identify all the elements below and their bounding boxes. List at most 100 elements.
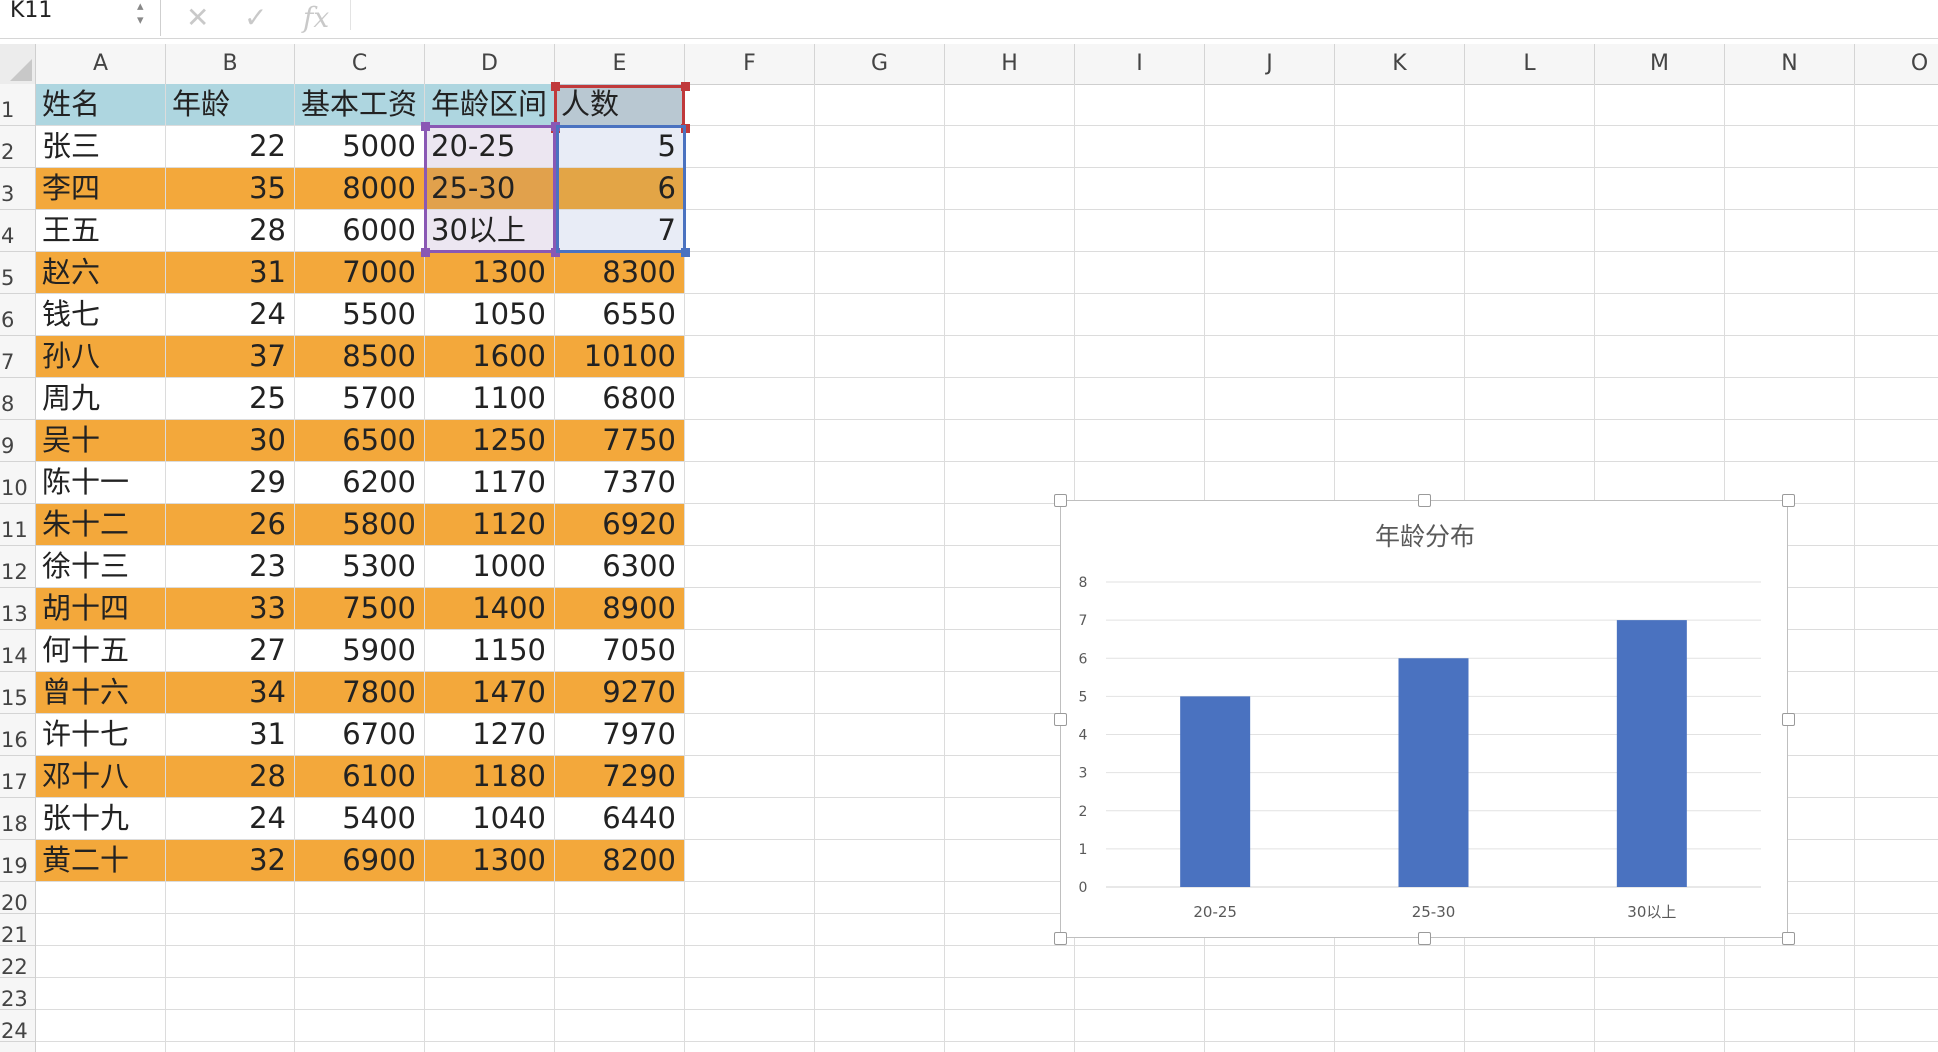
cell-c9[interactable]: 6500: [295, 420, 424, 461]
chart-resize-handle[interactable]: [1418, 494, 1431, 507]
cell-d12[interactable]: 1000: [425, 546, 554, 587]
row-header-11[interactable]: 11: [0, 504, 35, 546]
row-header-4[interactable]: 4: [0, 210, 35, 252]
cell-e5[interactable]: 8300: [555, 252, 684, 293]
cell-d19[interactable]: 1300: [425, 840, 554, 881]
row-header-1[interactable]: 1: [0, 84, 35, 126]
column-header-n[interactable]: N: [1725, 44, 1855, 84]
cell-b15[interactable]: 34: [166, 672, 294, 713]
cell-e12[interactable]: 6300: [555, 546, 684, 587]
cell-c6[interactable]: 5500: [295, 294, 424, 335]
cell-b4[interactable]: 28: [166, 210, 294, 251]
cell-b3[interactable]: 35: [166, 168, 294, 209]
cell-c1[interactable]: 基本工资: [295, 84, 424, 125]
cell-d15[interactable]: 1470: [425, 672, 554, 713]
column-header-f[interactable]: F: [685, 44, 815, 84]
cell-d18[interactable]: 1040: [425, 798, 554, 839]
cell-e16[interactable]: 7970: [555, 714, 684, 755]
cell-c17[interactable]: 6100: [295, 756, 424, 797]
row-header-9[interactable]: 9: [0, 420, 35, 462]
cell-d14[interactable]: 1150: [425, 630, 554, 671]
cell-b5[interactable]: 31: [166, 252, 294, 293]
cell-c19[interactable]: 6900: [295, 840, 424, 881]
row-header-2[interactable]: 2: [0, 126, 35, 168]
cell-c7[interactable]: 8500: [295, 336, 424, 377]
row-header-7[interactable]: 7: [0, 336, 35, 378]
cell-e18[interactable]: 6440: [555, 798, 684, 839]
cell-e15[interactable]: 9270: [555, 672, 684, 713]
cell-c15[interactable]: 7800: [295, 672, 424, 713]
cancel-x-icon[interactable]: ✕: [186, 4, 209, 32]
cell-b17[interactable]: 28: [166, 756, 294, 797]
cell-a4[interactable]: 王五: [36, 210, 165, 251]
column-header-m[interactable]: M: [1595, 44, 1725, 84]
cell-d8[interactable]: 1100: [425, 378, 554, 419]
cell-b18[interactable]: 24: [166, 798, 294, 839]
cell-c8[interactable]: 5700: [295, 378, 424, 419]
cell-a11[interactable]: 朱十二: [36, 504, 165, 545]
cell-d16[interactable]: 1270: [425, 714, 554, 755]
cell-d2[interactable]: 20-25: [425, 126, 554, 167]
series-name-range-handle[interactable]: [551, 82, 560, 91]
cell-b10[interactable]: 29: [166, 462, 294, 503]
chart-resize-handle[interactable]: [1782, 932, 1795, 945]
cell-b13[interactable]: 33: [166, 588, 294, 629]
cell-e6[interactable]: 6550: [555, 294, 684, 335]
cell-c5[interactable]: 7000: [295, 252, 424, 293]
select-all-corner[interactable]: [0, 44, 36, 85]
category-range-handle[interactable]: [551, 248, 560, 257]
chart-resize-handle[interactable]: [1054, 932, 1067, 945]
row-header-6[interactable]: 6: [0, 294, 35, 336]
cell-e19[interactable]: 8200: [555, 840, 684, 881]
cell-a14[interactable]: 何十五: [36, 630, 165, 671]
row-header-17[interactable]: 17: [0, 756, 35, 798]
cell-e17[interactable]: 7290: [555, 756, 684, 797]
row-header-3[interactable]: 3: [0, 168, 35, 210]
category-range-handle[interactable]: [551, 122, 560, 131]
row-header-8[interactable]: 8: [0, 378, 35, 420]
cell-a19[interactable]: 黄二十: [36, 840, 165, 881]
cell-d13[interactable]: 1400: [425, 588, 554, 629]
name-box[interactable]: K11 ▴ ▾: [0, 0, 161, 36]
category-range-handle[interactable]: [421, 122, 430, 131]
cell-a16[interactable]: 许十七: [36, 714, 165, 755]
chart-resize-handle[interactable]: [1782, 713, 1795, 726]
cell-a10[interactable]: 陈十一: [36, 462, 165, 503]
cell-e11[interactable]: 6920: [555, 504, 684, 545]
cell-a12[interactable]: 徐十三: [36, 546, 165, 587]
cell-b2[interactable]: 22: [166, 126, 294, 167]
cell-d9[interactable]: 1250: [425, 420, 554, 461]
cell-b11[interactable]: 26: [166, 504, 294, 545]
cell-d1[interactable]: 年龄区间: [425, 84, 554, 125]
cell-c3[interactable]: 8000: [295, 168, 424, 209]
cell-b14[interactable]: 27: [166, 630, 294, 671]
row-header-16[interactable]: 16: [0, 714, 35, 756]
cell-d7[interactable]: 1600: [425, 336, 554, 377]
chart-resize-handle[interactable]: [1782, 494, 1795, 507]
cell-e9[interactable]: 7750: [555, 420, 684, 461]
chart-object[interactable]: 年龄分布 0 1 2 3 4 5 6 7 8 20-25 25-30 30以上: [1060, 500, 1788, 938]
row-header-22[interactable]: 22: [0, 946, 35, 979]
column-header-g[interactable]: G: [815, 44, 945, 84]
cell-c16[interactable]: 6700: [295, 714, 424, 755]
column-header-b[interactable]: B: [166, 44, 295, 84]
name-box-value[interactable]: K11: [10, 0, 52, 22]
column-header-j[interactable]: J: [1205, 44, 1335, 84]
cell-a6[interactable]: 钱七: [36, 294, 165, 335]
cell-a9[interactable]: 吴十: [36, 420, 165, 461]
cell-d4[interactable]: 30以上: [425, 210, 554, 251]
cell-d17[interactable]: 1180: [425, 756, 554, 797]
enter-check-icon[interactable]: ✓: [244, 4, 267, 32]
fx-icon[interactable]: fx: [303, 4, 329, 32]
row-header-5[interactable]: 5: [0, 252, 35, 294]
cell-c14[interactable]: 5900: [295, 630, 424, 671]
cell-b19[interactable]: 32: [166, 840, 294, 881]
cell-e7[interactable]: 10100: [555, 336, 684, 377]
column-header-k[interactable]: K: [1335, 44, 1465, 84]
row-header-23[interactable]: 23: [0, 978, 35, 1011]
chart-resize-handle[interactable]: [1054, 713, 1067, 726]
cell-c12[interactable]: 5300: [295, 546, 424, 587]
row-header-20[interactable]: 20: [0, 882, 35, 915]
row-header-19[interactable]: 19: [0, 840, 35, 882]
values-range-handle[interactable]: [681, 248, 690, 257]
